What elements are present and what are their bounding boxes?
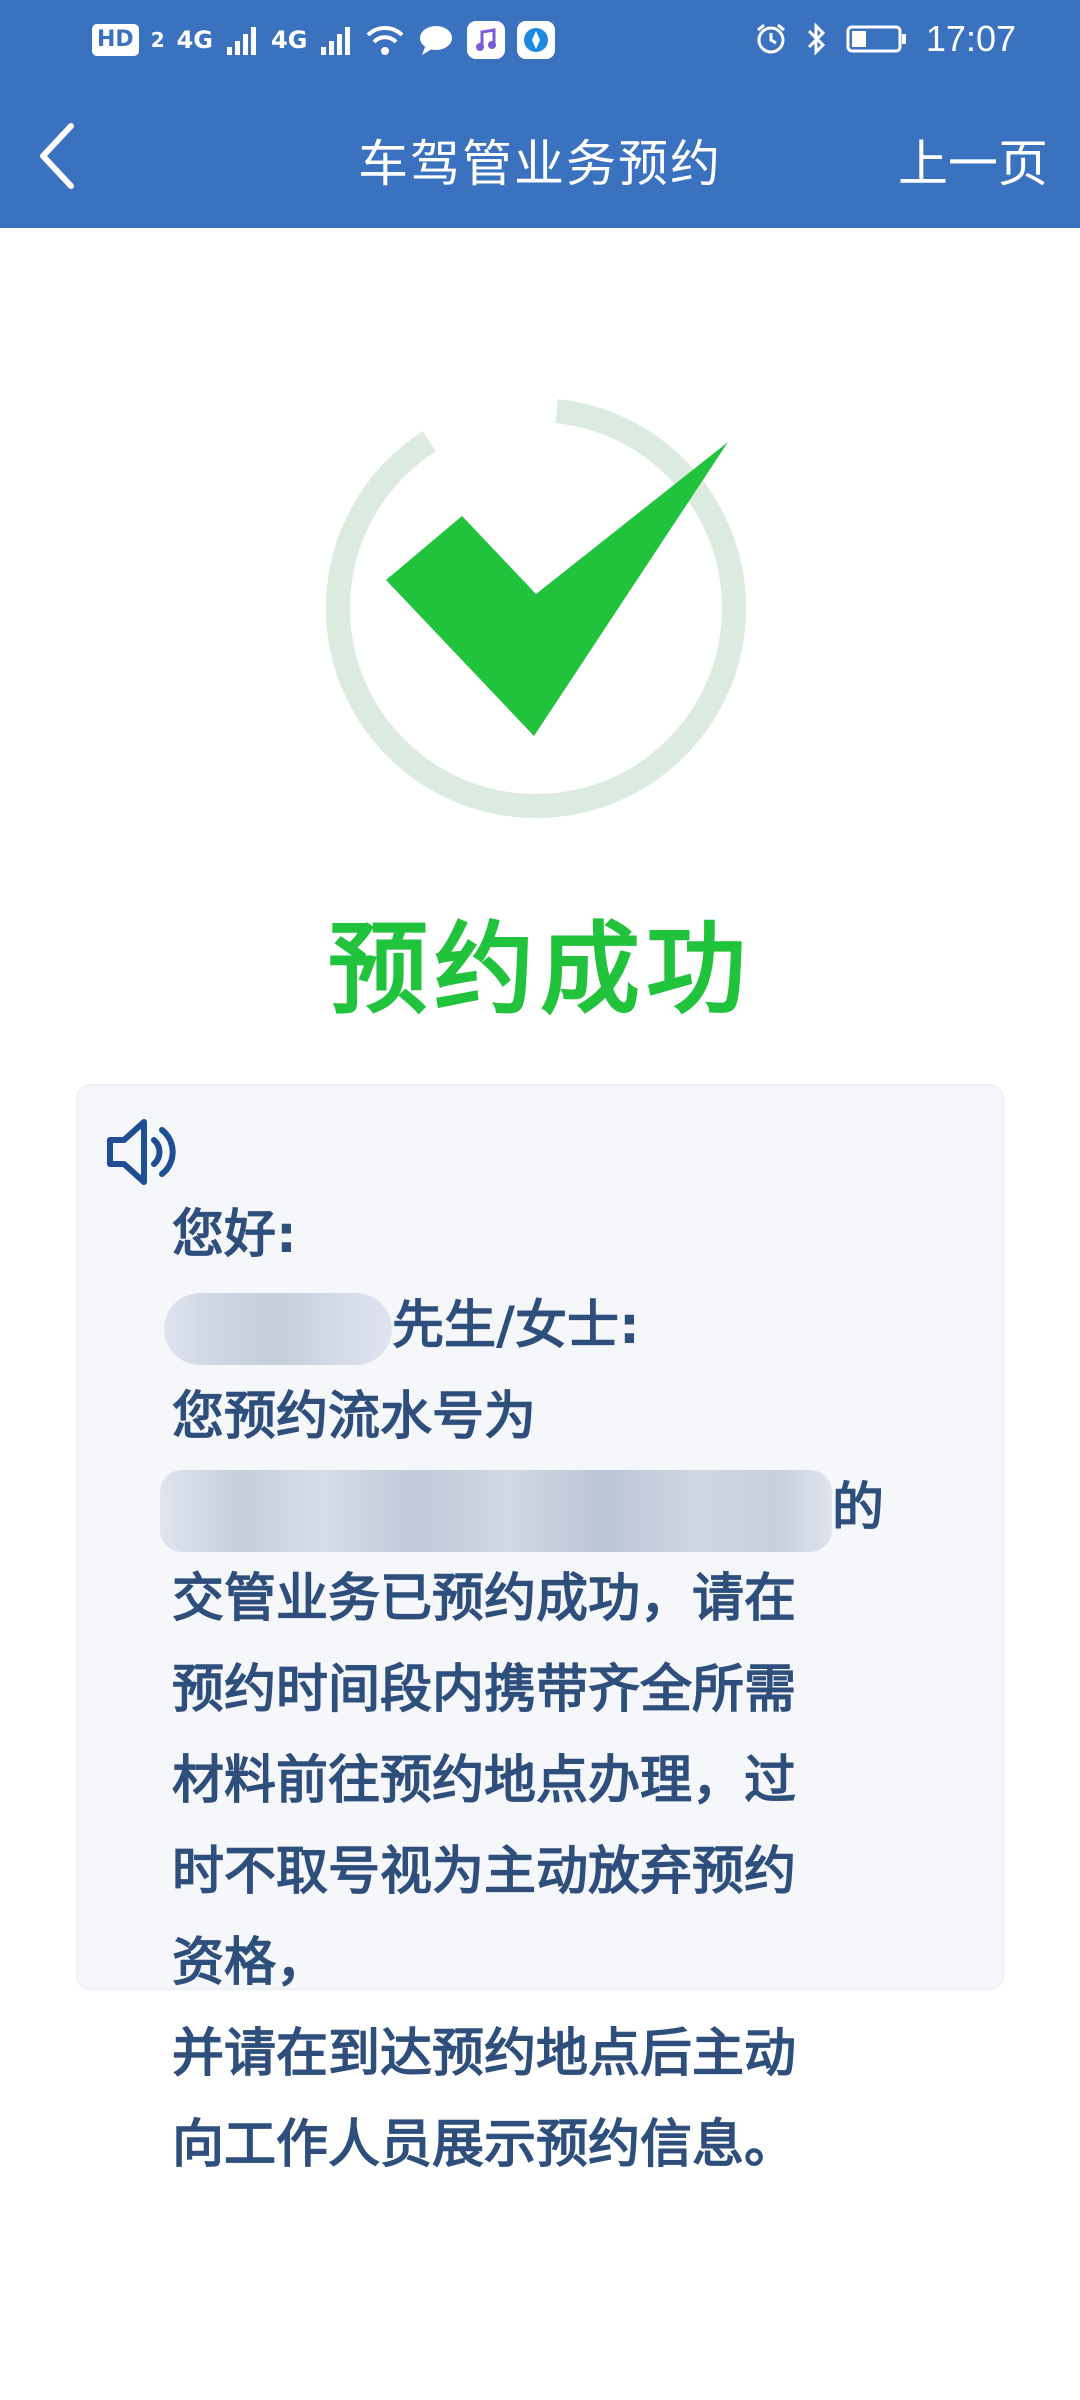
message-line: 材料前往预约地点办理，过 [172,1751,797,1811]
success-check-graphic [326,398,746,818]
name-suffix: 先生/女士: [392,1296,640,1356]
music-app-icon [467,21,506,59]
music-note-icon [476,28,497,51]
serial-line: 的 [160,1463,932,1554]
serial-suffix: 的 [832,1478,885,1538]
greeting-line: 您好: [172,1205,297,1265]
status-right: 17:07 [754,14,1016,64]
previous-page-link[interactable]: 上一页 [898,124,1048,196]
status-left: HD 2 4G 4G [92,18,556,62]
appointment-message: 您好: 先生/女士: 您预约流水号为 的 交管业务已预约成功，请在 预约时间段内… [160,1190,932,2191]
message-line: 资格， [172,1933,329,1993]
message-line: 并请在到达预约地点后主动 [172,2024,797,2084]
signal-icon [321,27,351,55]
browser-app-icon [517,21,556,59]
check-icon [386,442,728,736]
bluetooth-icon [807,22,826,56]
redacted-serial-number [160,1470,832,1552]
sim1-network: 4G [176,26,214,54]
message-line: 预约时间段内携带齐全所需 [172,1660,797,1720]
sim2-network: 4G [271,26,308,54]
name-line: 先生/女士: [164,1281,932,1372]
message-bubble-icon [420,26,453,55]
success-title: 预约成功 [328,911,752,1028]
message-line: 交管业务已预约成功，请在 [172,1569,797,1629]
alarm-icon [756,23,785,54]
status-time: 17:07 [925,18,1016,59]
compass-icon [524,28,549,52]
speaker-icon[interactable] [104,1112,184,1192]
hd-sub: 2 [150,28,165,52]
signal-icon [227,27,257,55]
hd-badge: HD [92,24,139,56]
message-line: 向工作人员展示预约信息。 [172,2115,797,2175]
redacted-name [164,1293,392,1365]
nav-bar: 车驾管业务预约 上一页 [0,78,1080,228]
battery-icon [846,25,906,53]
status-bar: HD 2 4G 4G 17:07 [0,0,1080,78]
wifi-icon [367,25,404,55]
app-header: HD 2 4G 4G 17:07 车驾管业务预约 上一页 [0,0,1080,228]
message-line: 时不取号视为主动放弃预约 [172,1842,797,1902]
serial-prefix-line: 您预约流水号为 [172,1387,537,1447]
